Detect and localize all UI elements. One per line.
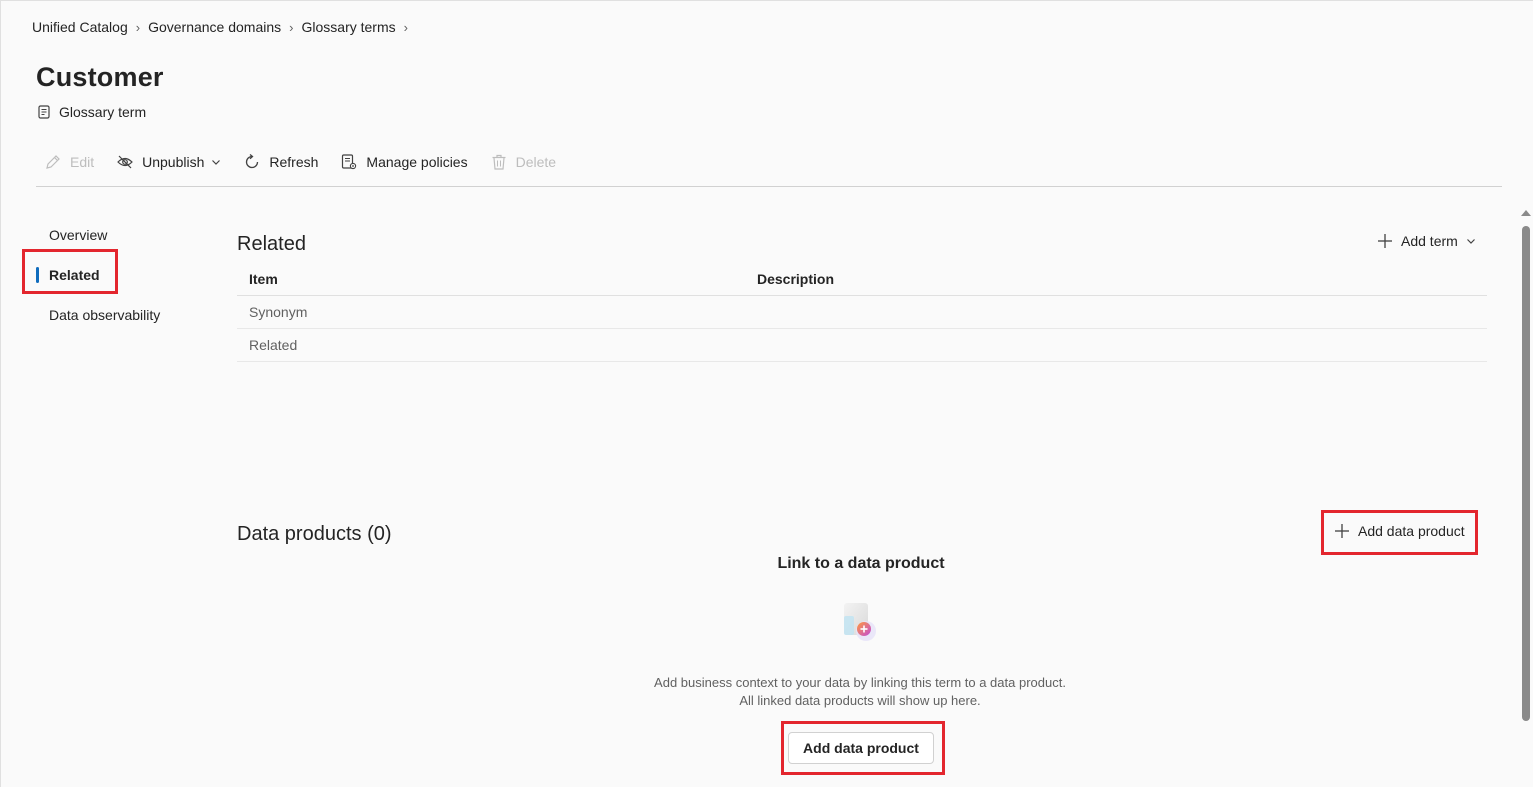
data-products-section-title: Data products (0) [237,523,392,545]
refresh-button[interactable]: Refresh [243,150,318,174]
related-table: Item Description Synonym Related [237,262,1487,362]
entity-type: Glossary term [38,104,146,120]
column-header-item[interactable]: Item [237,271,757,287]
data-product-illustration-icon [840,600,882,651]
empty-state-line-2: All linked data products will show up he… [739,693,981,708]
add-term-button[interactable]: Add term [1377,233,1476,249]
nav-item-data-observability[interactable]: Data observability [49,307,160,323]
chevron-right-icon: › [289,19,294,35]
plus-icon [1378,234,1392,248]
delete-label: Delete [515,154,557,170]
plus-icon [1335,524,1349,538]
page-title: Customer [36,62,164,92]
unpublish-button[interactable]: Unpublish [116,150,221,174]
policy-document-icon [342,154,357,170]
empty-state-line-1: Add business context to your data by lin… [654,675,1066,690]
chevron-right-icon: › [403,19,408,35]
command-bar: Edit Unpublish Refresh Manage policies D… [44,150,578,174]
manage-policies-button[interactable]: Manage policies [340,150,468,174]
trash-icon [492,154,506,170]
vertical-scrollbar-thumb[interactable] [1522,226,1530,721]
row-item-cell: Related [249,337,298,353]
add-data-product-button[interactable]: Add data product [788,732,934,764]
add-term-label: Add term [1401,233,1458,249]
breadcrumb-unified-catalog[interactable]: Unified Catalog [32,19,128,35]
manage-policies-label: Manage policies [366,154,468,170]
table-row[interactable]: Synonym [237,296,1487,329]
add-data-product-label: Add data product [1358,523,1465,539]
column-header-description[interactable]: Description [757,271,1487,287]
chevron-down-icon [1466,239,1475,244]
delete-button[interactable]: Delete [490,150,556,174]
page-frame [0,0,1533,787]
table-header: Item Description [237,262,1487,296]
refresh-icon [246,153,259,169]
chevron-right-icon: › [135,19,141,35]
toolbar-divider [36,186,1502,187]
related-section-title: Related [237,233,306,255]
row-item-cell: Synonym [249,304,308,320]
breadcrumb: Unified Catalog › Governance domains › G… [32,19,416,35]
edit-label: Edit [70,154,95,170]
chevron-down-icon [212,160,221,165]
entity-type-label: Glossary term [59,104,147,120]
empty-state-description: Add business context to your data by lin… [0,674,1533,710]
add-data-product-toolbar-button[interactable]: Add data product [1334,523,1465,539]
nav-active-indicator [36,267,39,283]
pencil-icon [46,155,60,169]
refresh-label: Refresh [269,154,319,170]
eye-off-icon [117,155,133,169]
unpublish-label: Unpublish [142,154,205,170]
table-row[interactable]: Related [237,329,1487,362]
nav-item-overview[interactable]: Overview [49,227,107,243]
empty-state-title: Link to a data product [777,555,945,572]
nav-item-related[interactable]: Related [49,267,100,283]
breadcrumb-glossary-terms[interactable]: Glossary terms [302,19,396,35]
glossary-term-icon [38,105,50,119]
breadcrumb-governance-domains[interactable]: Governance domains [148,19,281,35]
scroll-up-arrow-icon[interactable] [1521,210,1531,216]
edit-button[interactable]: Edit [44,150,94,174]
